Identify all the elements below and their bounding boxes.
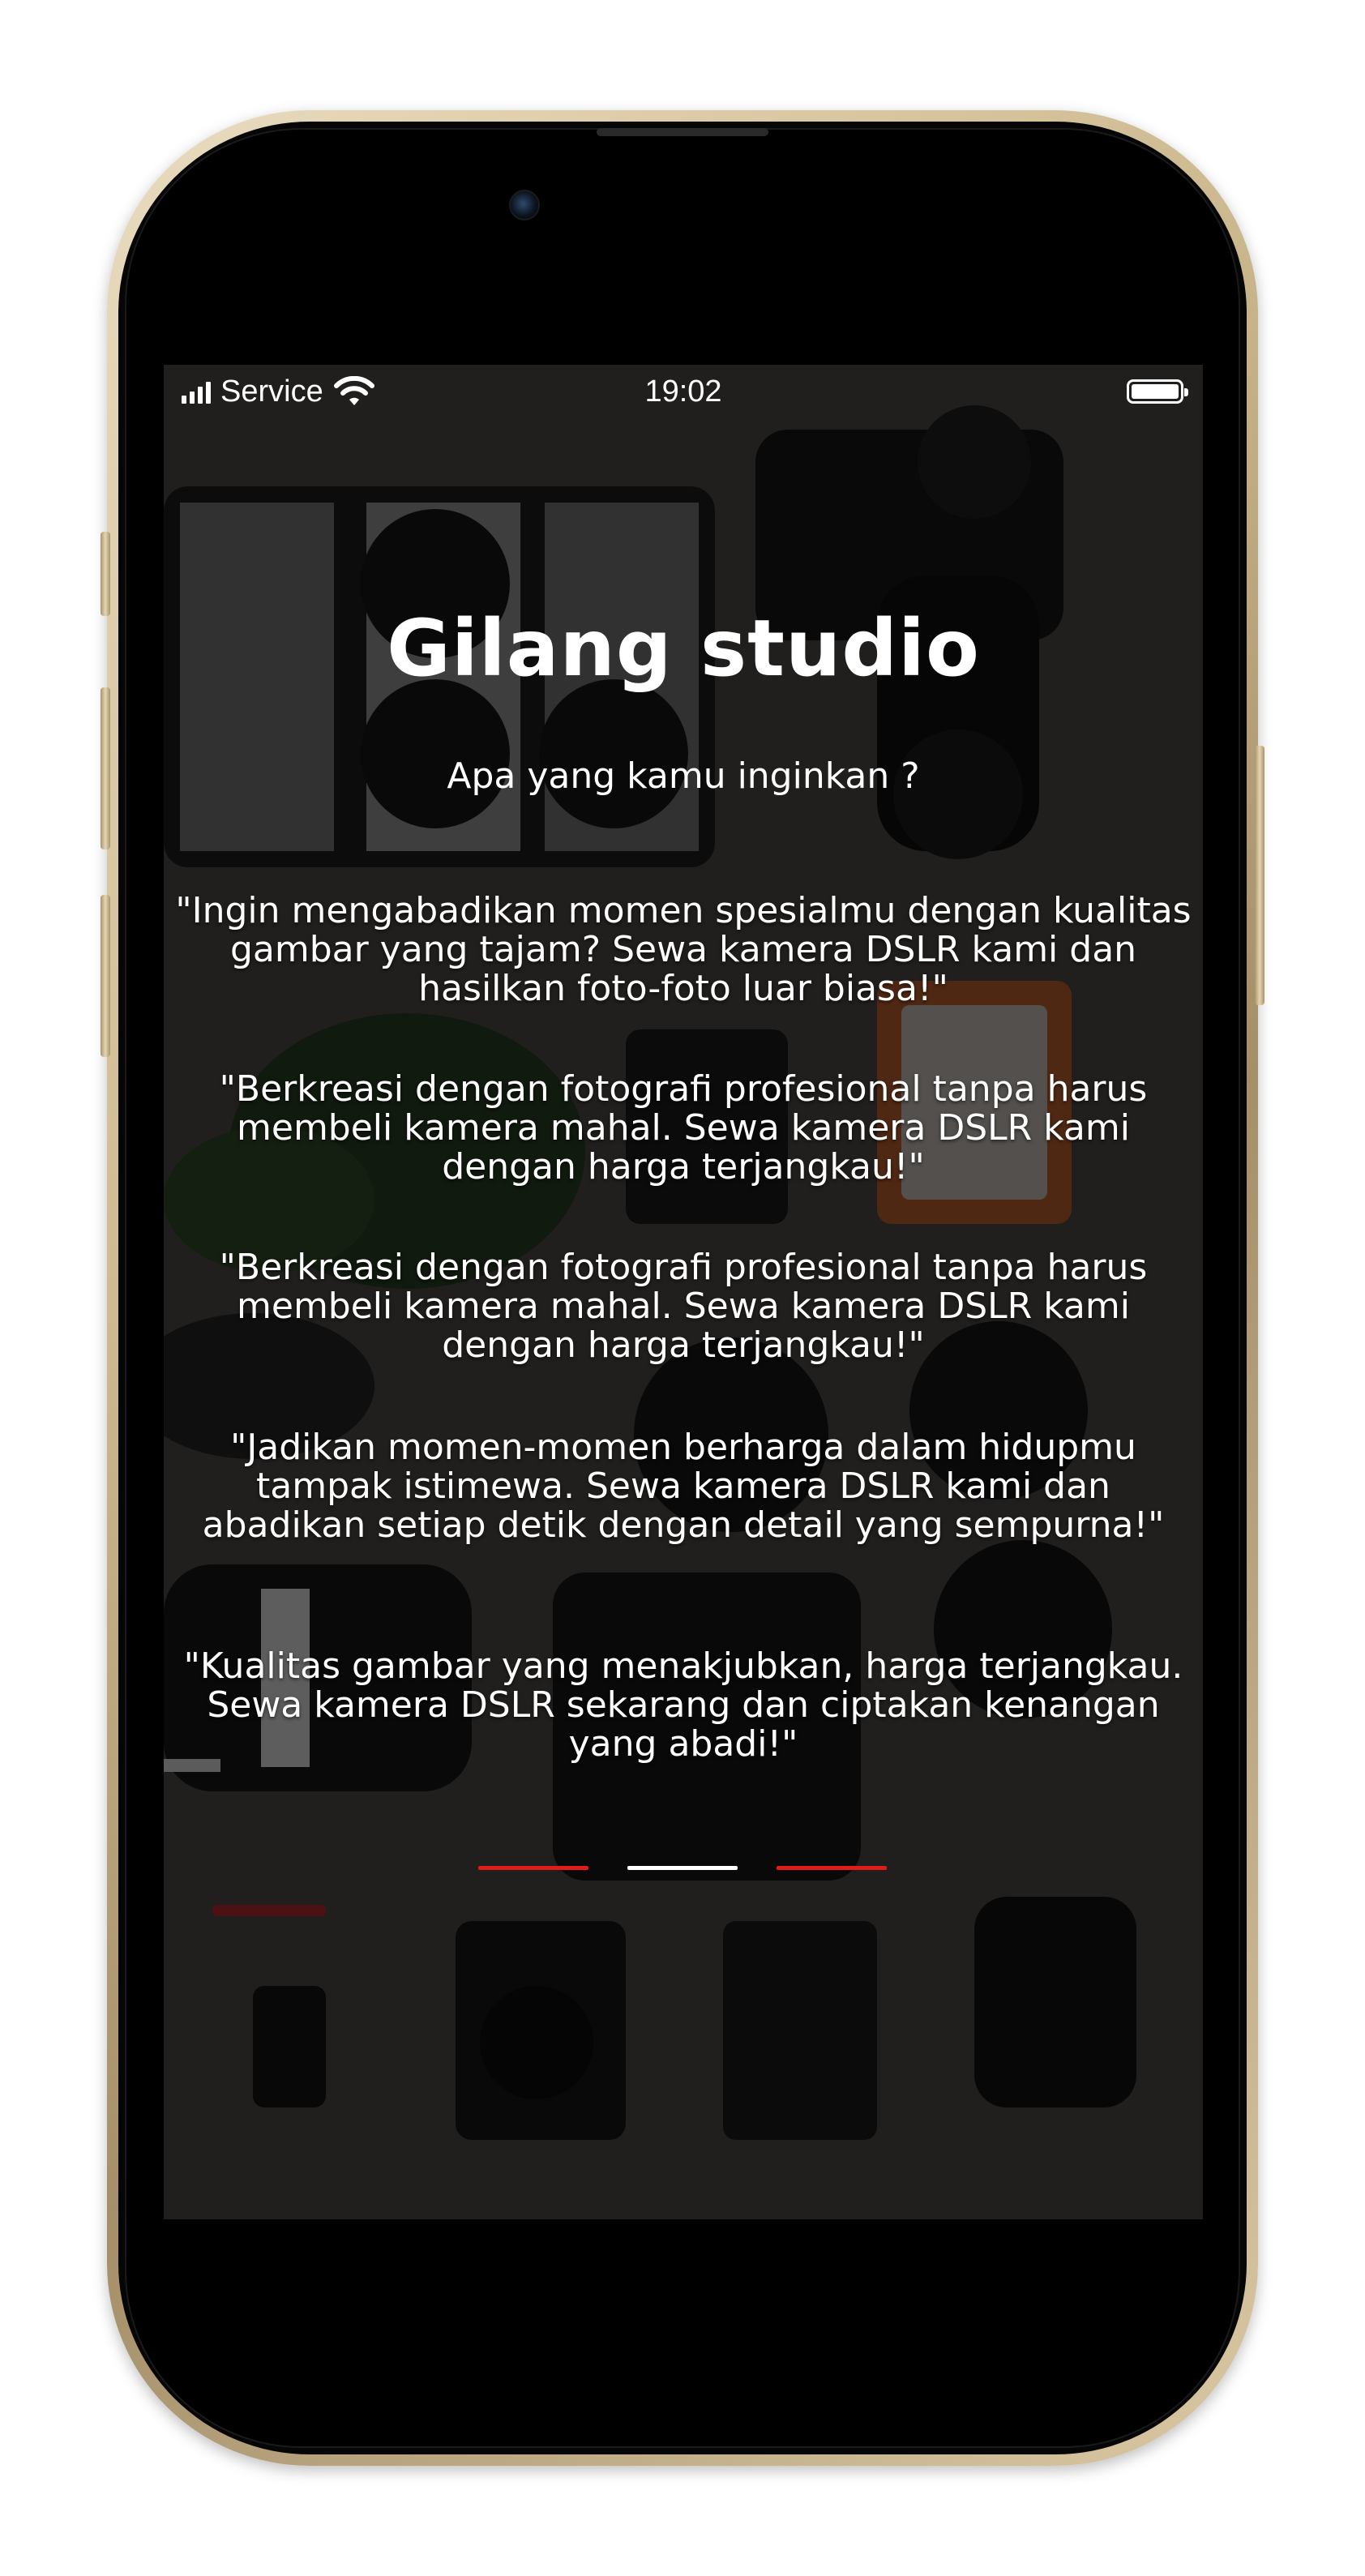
front-camera-icon [509,190,540,220]
app-screen: Service 19:02 Gilang studio Apa yang kam… [164,365,1203,2219]
volume-down-button [101,895,110,1057]
action-button [101,532,110,616]
page-indicator-dot-active[interactable] [627,1866,738,1870]
earpiece-speaker [597,128,768,136]
page-indicator-dot[interactable] [478,1866,588,1870]
status-bar: Service 19:02 [164,365,1203,421]
power-button [1255,746,1264,1005]
page-title: Gilang studio [387,603,980,694]
volume-up-button [101,687,110,849]
page-indicator [164,1866,1203,1871]
promo-paragraph: "Berkreasi dengan fotografi profesional … [219,1068,1148,1187]
promo-paragraph: "Jadikan momen-momen berharga dalam hidu… [202,1427,1165,1546]
promo-paragraph: "Ingin mengabadikan momen spesialmu deng… [175,890,1192,1009]
battery-icon [1127,379,1188,404]
promo-paragraph: "Kualitas gambar yang menakjubkan, harga… [183,1645,1183,1765]
page-indicator-dot[interactable] [777,1866,887,1870]
page-subtitle: Apa yang kamu inginkan ? [447,755,920,797]
promo-paragraph: "Berkreasi dengan fotografi profesional … [219,1247,1148,1366]
status-time: 19:02 [644,374,722,409]
